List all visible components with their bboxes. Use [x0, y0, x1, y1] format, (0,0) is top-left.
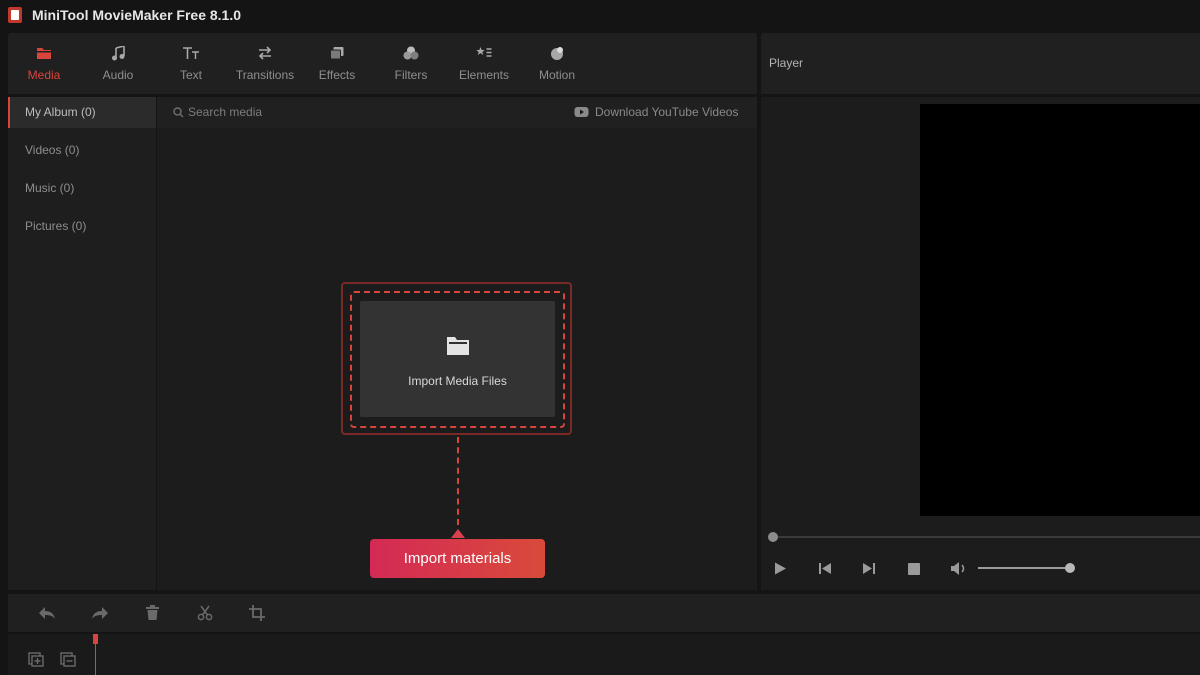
player-header — [761, 33, 1200, 94]
tab-elements-label: Elements — [458, 68, 510, 82]
tip-connector-line — [457, 437, 459, 525]
main-toolbar: Media Audio Text Transitions Effects Fil… — [8, 33, 757, 94]
video-preview — [920, 104, 1200, 516]
circles-icon — [403, 46, 419, 60]
media-category-sidebar: My Album (0) Videos (0) Music (0) Pictur… — [8, 97, 156, 590]
sidebar-item-videos[interactable]: Videos (0) — [8, 135, 156, 166]
tab-motion-label: Motion — [538, 68, 576, 82]
tab-text-label: Text — [179, 68, 202, 82]
tab-transitions-label: Transitions — [235, 68, 295, 82]
sidebar-item-music[interactable]: Music (0) — [8, 173, 156, 204]
download-youtube-button[interactable]: Download YouTube Videos — [595, 105, 738, 119]
tab-elements[interactable]: Elements — [456, 33, 512, 94]
swap-arrows-icon — [258, 46, 272, 60]
sidebar-item-pictures[interactable]: Pictures (0) — [8, 211, 156, 242]
seek-handle[interactable] — [768, 532, 778, 542]
seek-bar[interactable] — [773, 536, 1200, 538]
previous-frame-icon[interactable] — [818, 561, 832, 576]
search-input[interactable]: Search media — [188, 105, 262, 119]
folder-icon — [447, 337, 469, 355]
tab-filters[interactable]: Filters — [392, 33, 430, 94]
tab-filters-label: Filters — [394, 68, 428, 82]
layers-icon — [330, 47, 344, 60]
scissors-icon[interactable] — [197, 605, 213, 621]
motion-ball-icon — [551, 47, 563, 60]
player-title: Player — [769, 56, 804, 70]
crop-icon[interactable] — [249, 605, 265, 621]
search-icon — [173, 107, 184, 118]
tip-arrow — [451, 529, 465, 538]
delete-icon[interactable] — [145, 605, 160, 621]
tab-effects[interactable]: Effects — [316, 33, 358, 94]
folder-icon — [37, 48, 51, 59]
add-track-icon[interactable] — [28, 652, 44, 667]
music-note-icon — [112, 46, 125, 61]
tab-text[interactable]: Text — [172, 33, 210, 94]
play-icon[interactable] — [773, 561, 787, 576]
download-video-icon — [574, 107, 589, 117]
tab-audio[interactable]: Audio — [96, 33, 140, 94]
timeline-toolbar — [8, 594, 1200, 632]
tab-media[interactable]: Media — [21, 33, 67, 94]
undo-icon[interactable] — [38, 605, 56, 621]
tab-motion[interactable]: Motion — [536, 33, 578, 94]
playhead-marker[interactable] — [93, 634, 98, 644]
stop-icon[interactable] — [907, 561, 921, 576]
import-media-files-button[interactable] — [360, 301, 555, 417]
remove-track-icon[interactable] — [60, 652, 76, 667]
import-materials-tip: Import materials — [370, 539, 545, 578]
app-title: MiniTool MovieMaker Free 8.1.0 — [32, 7, 242, 23]
volume-slider[interactable] — [978, 567, 1070, 569]
import-media-files-label: Import Media Files — [408, 374, 507, 388]
sidebar-item-my-album[interactable]: My Album (0) — [8, 97, 156, 128]
volume-handle[interactable] — [1065, 563, 1075, 573]
next-frame-icon[interactable] — [862, 561, 876, 576]
tab-effects-label: Effects — [318, 68, 356, 82]
text-tt-icon — [183, 47, 199, 59]
app-logo-icon — [8, 7, 22, 23]
tab-media-label: Media — [27, 68, 61, 82]
timeline-track-area[interactable] — [8, 634, 1200, 675]
redo-icon[interactable] — [91, 605, 109, 621]
tab-audio-label: Audio — [102, 68, 134, 82]
tab-transitions[interactable]: Transitions — [232, 33, 298, 94]
volume-icon[interactable] — [950, 561, 968, 576]
star-list-icon — [476, 47, 492, 57]
